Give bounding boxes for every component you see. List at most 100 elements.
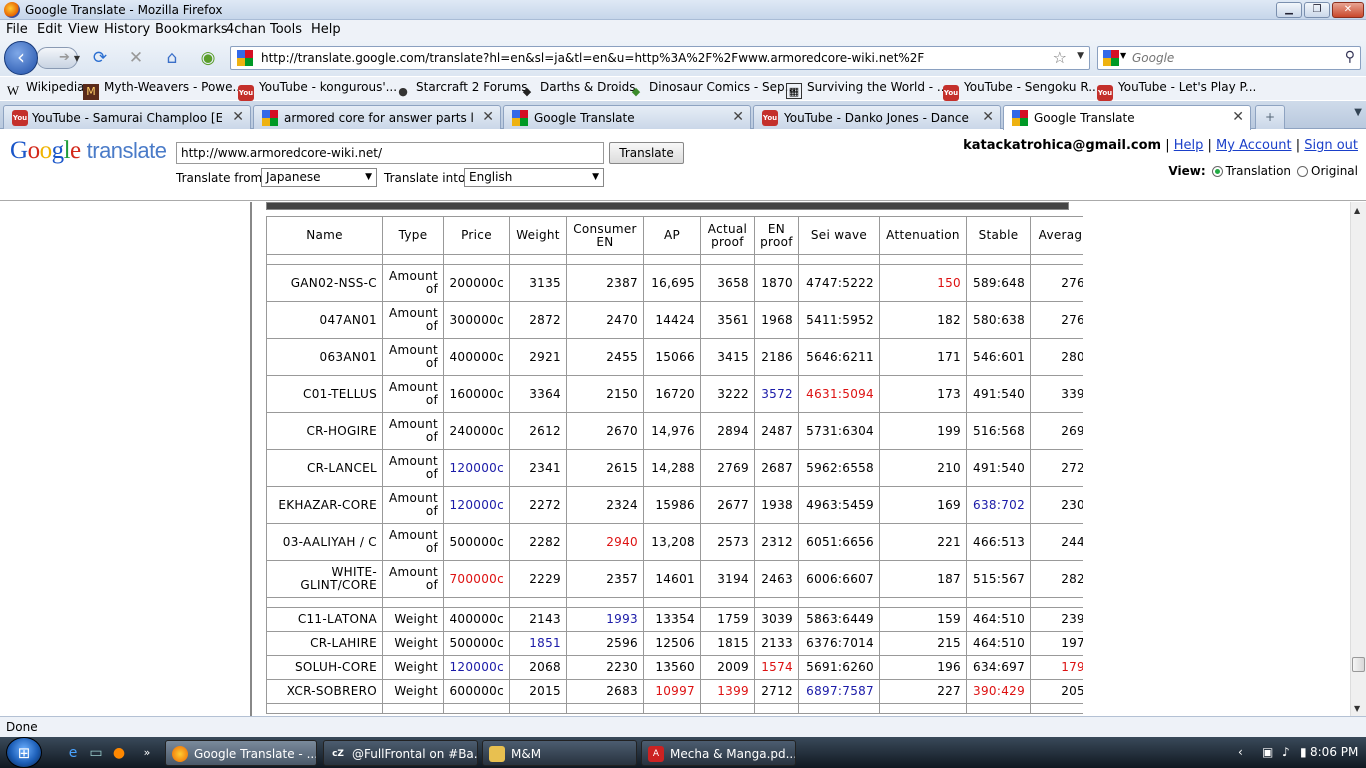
scrollbar-thumb[interactable]: [1352, 657, 1365, 672]
url-input[interactable]: [261, 49, 1041, 67]
list-all-tabs-icon[interactable]: ▼: [1354, 107, 1362, 118]
table-cell: Weight: [382, 679, 444, 704]
volume-icon[interactable]: ♪: [1282, 745, 1290, 759]
table-cell: 4631:5094: [798, 375, 880, 413]
home-icon[interactable]: ⌂: [161, 48, 183, 68]
google-translate-logo[interactable]: Google translate: [10, 137, 167, 165]
search-engine-icon[interactable]: [1103, 50, 1119, 69]
tab-youtube-samurai-champloo[interactable]: You YouTube - Samurai Champloo [Epis... …: [3, 105, 251, 129]
table-row: CR-LAHIRE Weight 500000c 1851 2596 12506 1815 2…: [266, 631, 1091, 656]
translate-into-select[interactable]: English ▼: [464, 168, 604, 187]
bookmark-myth-weavers[interactable]: M Myth-Weavers - Powe...: [83, 80, 244, 100]
table-cell: [700, 254, 755, 265]
translate-url-input[interactable]: [176, 142, 604, 164]
close-tab-icon[interactable]: ✕: [982, 109, 994, 125]
table-cell: 2282: [509, 523, 567, 561]
start-button[interactable]: ⊞: [6, 737, 42, 768]
minimize-button[interactable]: ▁: [1276, 2, 1302, 18]
my-account-link[interactable]: My Account: [1216, 138, 1292, 153]
table-spacer-row: [266, 703, 1091, 714]
close-tab-icon[interactable]: ✕: [1232, 109, 1244, 125]
table-row: 03-AALIYAH / C Amount of 500000c 2282 2940 13…: [266, 523, 1091, 561]
taskbar-item-pdf[interactable]: A Mecha & Manga.pd...: [641, 740, 796, 766]
stop-icon[interactable]: ✕: [125, 48, 147, 68]
table-cell: 491:540: [966, 449, 1031, 487]
parts-table: Name Type Price Weight Consumer EN AP Actual p…: [266, 216, 1091, 714]
bookmark-darths-droids[interactable]: ◆ Darths & Droids: [519, 80, 636, 100]
bookmark-surviving-the-world[interactable]: ▦ Surviving the World - ...: [786, 80, 948, 99]
network-icon[interactable]: ▣: [1262, 745, 1273, 759]
menu-view[interactable]: View: [68, 22, 99, 37]
table-cell: 2670: [566, 412, 644, 450]
close-window-button[interactable]: ✕: [1332, 2, 1364, 18]
new-tab-button[interactable]: +: [1255, 105, 1285, 129]
sign-out-link[interactable]: Sign out: [1304, 138, 1358, 153]
navigation-toolbar: ➔▼ ‹ ⟳ ✕ ⌂ ◉ ☆ ▼ ▼ ⚲: [0, 40, 1366, 76]
menu-help[interactable]: Help: [311, 22, 341, 37]
search-bar[interactable]: ▼ ⚲: [1097, 46, 1361, 70]
tab-google-translate-active[interactable]: Google Translate ✕: [1003, 105, 1251, 130]
scroll-up-arrow-icon[interactable]: ▲: [1354, 206, 1360, 215]
menu-file[interactable]: File: [6, 22, 28, 37]
taskbar-item-chat[interactable]: cZ @FullFrontal on #Ba...: [323, 740, 478, 766]
bookmark-starcraft-forums[interactable]: ● Starcraft 2 Forums: [395, 80, 527, 100]
forward-button[interactable]: ➔ ▼: [36, 47, 80, 69]
internet-explorer-icon[interactable]: e: [64, 744, 82, 762]
back-button[interactable]: ‹: [4, 41, 38, 75]
menu-bookmarks[interactable]: Bookmarks: [155, 22, 228, 37]
scroll-down-arrow-icon[interactable]: ▼: [1354, 704, 1360, 713]
menu-history[interactable]: History: [104, 22, 150, 37]
reload-icon[interactable]: ⟳: [89, 48, 111, 68]
tab-label: YouTube - Samurai Champloo [Epis...: [32, 111, 222, 125]
search-engine-dropdown-icon[interactable]: ▼: [1120, 51, 1126, 60]
tab-youtube-danko-jones[interactable]: You YouTube - Danko Jones - Dance ✕: [753, 105, 1001, 129]
table-cell: 2683: [566, 679, 644, 704]
address-bar[interactable]: ☆ ▼: [230, 46, 1090, 70]
table-cell: 15066: [643, 338, 701, 376]
surviving-the-world-icon: ▦: [786, 83, 802, 99]
taskbar-item-firefox[interactable]: Google Translate - ...: [165, 740, 317, 766]
table-cell: 3194: [700, 560, 755, 598]
table-cell: 300000c: [443, 301, 510, 339]
show-desktop-icon[interactable]: ▭: [87, 744, 105, 762]
translate-from-select[interactable]: Japanese ▼: [261, 168, 377, 187]
vertical-scrollbar[interactable]: ▲ ▼: [1350, 202, 1366, 716]
extension-icon[interactable]: ◉: [197, 48, 219, 68]
bookmark-star-icon[interactable]: ☆: [1053, 48, 1067, 67]
table-cell: 269: [1030, 412, 1091, 450]
table-cell: 2324: [566, 486, 644, 524]
help-link[interactable]: Help: [1174, 138, 1204, 153]
column-header: Name: [266, 216, 383, 255]
bookmark-dinosaur-comics[interactable]: ◆ Dinosaur Comics - Sep...: [628, 80, 796, 100]
close-tab-icon[interactable]: ✕: [232, 109, 244, 125]
quicklaunch-overflow-icon[interactable]: »: [138, 744, 156, 762]
clock[interactable]: 8:06 PM: [1310, 745, 1358, 759]
table-cell: 3658: [700, 264, 755, 302]
menu-edit[interactable]: Edit: [37, 22, 62, 37]
search-icon[interactable]: ⚲: [1345, 49, 1355, 65]
close-tab-icon[interactable]: ✕: [732, 109, 744, 125]
firefox-quicklaunch-icon[interactable]: ●: [110, 744, 128, 762]
tab-label: armored core for answer parts list - ...: [284, 111, 474, 125]
bookmark-youtube-sengoku[interactable]: You YouTube - Sengoku R...: [943, 80, 1100, 101]
menu-4chan[interactable]: 4chan: [226, 22, 266, 37]
translate-button[interactable]: Translate: [609, 142, 684, 164]
bookmark-youtube-kongurous[interactable]: You YouTube - kongurous'...: [238, 80, 397, 101]
url-dropdown-icon[interactable]: ▼: [1077, 51, 1084, 61]
menu-tools[interactable]: Tools: [270, 22, 302, 37]
table-cell: Amount of: [382, 449, 444, 487]
taskbar-item-folder[interactable]: M&M: [482, 740, 637, 766]
maximize-button[interactable]: ❐: [1304, 2, 1330, 18]
view-original-radio[interactable]: [1297, 166, 1309, 177]
view-translation-radio[interactable]: [1211, 166, 1223, 177]
bookmark-youtube-lets-play[interactable]: You YouTube - Let's Play P...: [1097, 80, 1256, 101]
table-cell: 500000c: [443, 523, 510, 561]
search-input[interactable]: [1132, 49, 1332, 67]
close-tab-icon[interactable]: ✕: [482, 109, 494, 125]
bookmark-wikipedia[interactable]: W Wikipedia: [5, 80, 85, 99]
battery-icon[interactable]: ▮: [1300, 745, 1307, 759]
tab-google-translate-1[interactable]: Google Translate ✕: [503, 105, 751, 129]
table-cell: 1759: [700, 607, 755, 632]
tab-armored-core-search[interactable]: armored core for answer parts list - ...…: [253, 105, 501, 129]
tray-expand-icon[interactable]: ‹: [1238, 745, 1243, 759]
